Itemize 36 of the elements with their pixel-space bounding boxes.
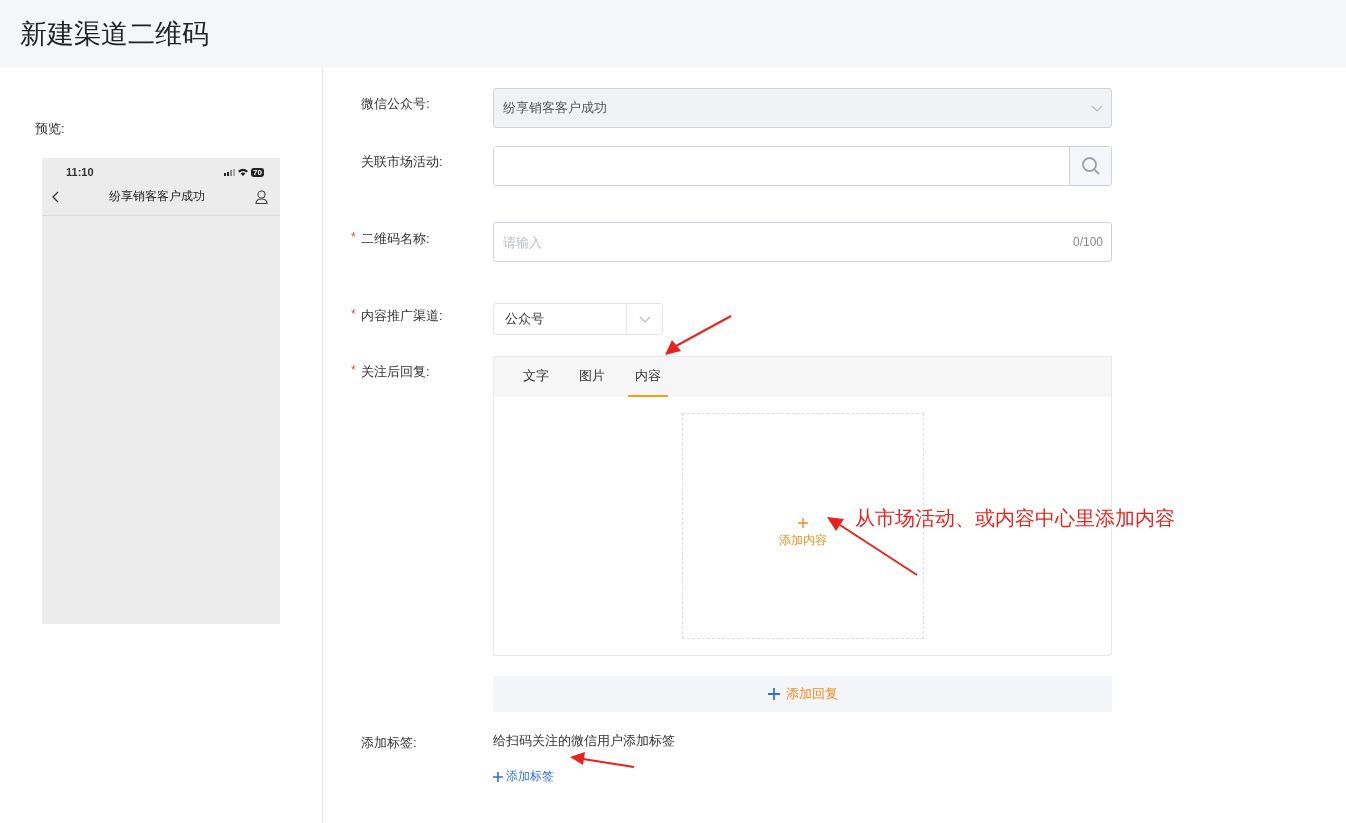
tab[interactable]: 文字 — [516, 357, 556, 397]
channel-dropdown[interactable]: 公众号 — [493, 303, 663, 335]
chevron-down-icon — [1091, 104, 1103, 112]
search-icon — [1080, 156, 1101, 176]
plus-icon — [767, 688, 780, 700]
tab[interactable]: 内容 — [628, 357, 668, 397]
phone-title: 纷享销客客户成功 — [109, 188, 205, 205]
char-counter: 0/100 — [1072, 235, 1103, 249]
field-label: 微信公众号: — [361, 95, 430, 113]
field-label: 添加标签: — [361, 734, 417, 752]
field-label: 内容推广渠道: — [361, 307, 443, 325]
page-title: 新建渠道二维码 — [20, 17, 209, 51]
battery-level: 70 — [251, 167, 264, 177]
add-tag-link[interactable]: 添加标签 — [493, 768, 554, 785]
chevron-down-icon — [638, 315, 651, 323]
required-mark: * — [351, 307, 356, 321]
preview-label: 预览: — [35, 120, 66, 138]
search-button[interactable] — [1069, 147, 1111, 185]
field-label: 关注后回复: — [361, 363, 430, 381]
status-time: 11:10 — [66, 166, 94, 178]
signal-icon — [224, 168, 236, 176]
plus-icon — [797, 517, 808, 528]
tab[interactable]: 图片 — [572, 357, 612, 397]
required-mark: * — [351, 363, 356, 377]
annotation-arrow — [665, 315, 732, 355]
field-label: 二维码名称: — [361, 230, 430, 248]
tag-hint: 给扫码关注的微信用户添加标签 — [493, 732, 676, 750]
wifi-icon — [238, 168, 249, 176]
input-field[interactable]: 请输入 0/100 — [493, 222, 1112, 262]
field-label: 关联市场活动: — [361, 153, 443, 171]
annotation-text: 从市场活动、或内容中心里添加内容 — [855, 506, 1175, 531]
user-icon[interactable] — [255, 189, 268, 204]
back-icon[interactable] — [52, 190, 59, 203]
plus-icon — [493, 771, 503, 782]
required-mark: * — [351, 230, 356, 244]
annotation-arrow — [570, 752, 635, 768]
